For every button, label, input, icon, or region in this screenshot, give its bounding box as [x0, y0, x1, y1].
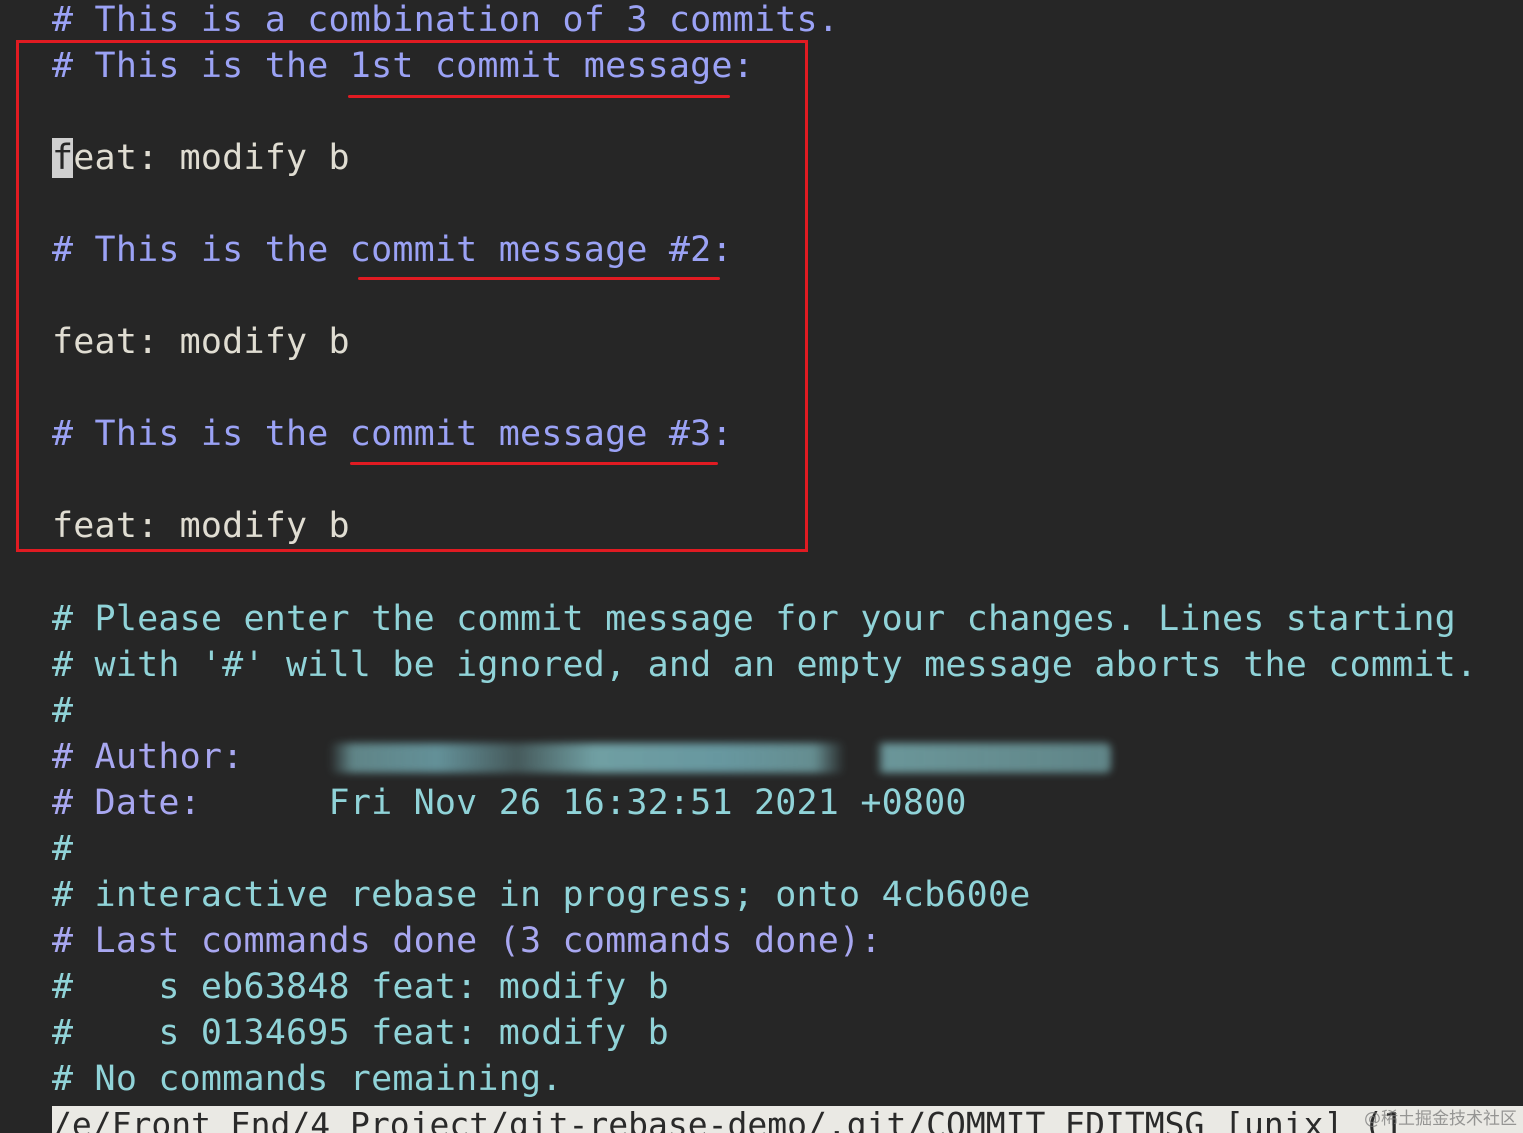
annotation-underline-1 [348, 95, 730, 98]
author-redacted-blur [328, 743, 1111, 773]
commit-message-text: eat: modify b [73, 138, 350, 178]
comment-line-no-commands: # No commands remaining. [52, 1059, 563, 1099]
comment-line-instructions-1: # Please enter the commit message for yo… [52, 599, 1456, 639]
text-cursor: f [52, 138, 74, 178]
commit-message-line-3[interactable]: feat: modify b [52, 503, 350, 549]
annotation-underline-2 [358, 277, 720, 280]
comment-line-empty-2: # [52, 829, 74, 869]
annotation-highlight-box [16, 40, 808, 552]
annotation-underline-3 [350, 462, 718, 465]
comment-line-date: # Date: Fri Nov 26 16:32:51 2021 +0800 [52, 780, 967, 826]
comment-line-author: # Author: [52, 734, 1111, 780]
comment-line-squash-1: # s eb63848 feat: modify b [52, 967, 669, 1007]
comment-line-empty-1: # [52, 691, 74, 731]
comment-line-second-message: # This is the commit message #2: [52, 230, 733, 270]
comment-line-combination: # This is a combination of 3 commits. [52, 0, 840, 40]
comment-line-first-message: # This is the 1st commit message: [52, 46, 754, 86]
watermark: @稀土掘金技术社区 [1364, 1109, 1517, 1129]
comment-line-instructions-2: # with '#' will be ignored, and an empty… [52, 645, 1478, 685]
commit-message-line-1[interactable]: feat: modify b [52, 135, 350, 181]
vim-editor[interactable]: # This is a combination of 3 commits. # … [0, 0, 1523, 1133]
author-label: # Author: [52, 737, 329, 777]
date-value: Fri Nov 26 16:32:51 2021 +0800 [328, 783, 967, 823]
comment-line-squash-2: # s 0134695 feat: modify b [52, 1013, 669, 1053]
comment-line-third-message: # This is the commit message #3: [52, 414, 733, 454]
vim-status-bar: /e/Front_End/4_Project/git-rebase-demo/.… [52, 1106, 1523, 1133]
comment-line-last-commands: # Last commands done (3 commands done): [52, 921, 882, 961]
comment-line-rebase-status: # interactive rebase in progress; onto 4… [52, 875, 1031, 915]
commit-message-line-2[interactable]: feat: modify b [52, 319, 350, 365]
date-label: # Date: [52, 783, 329, 823]
